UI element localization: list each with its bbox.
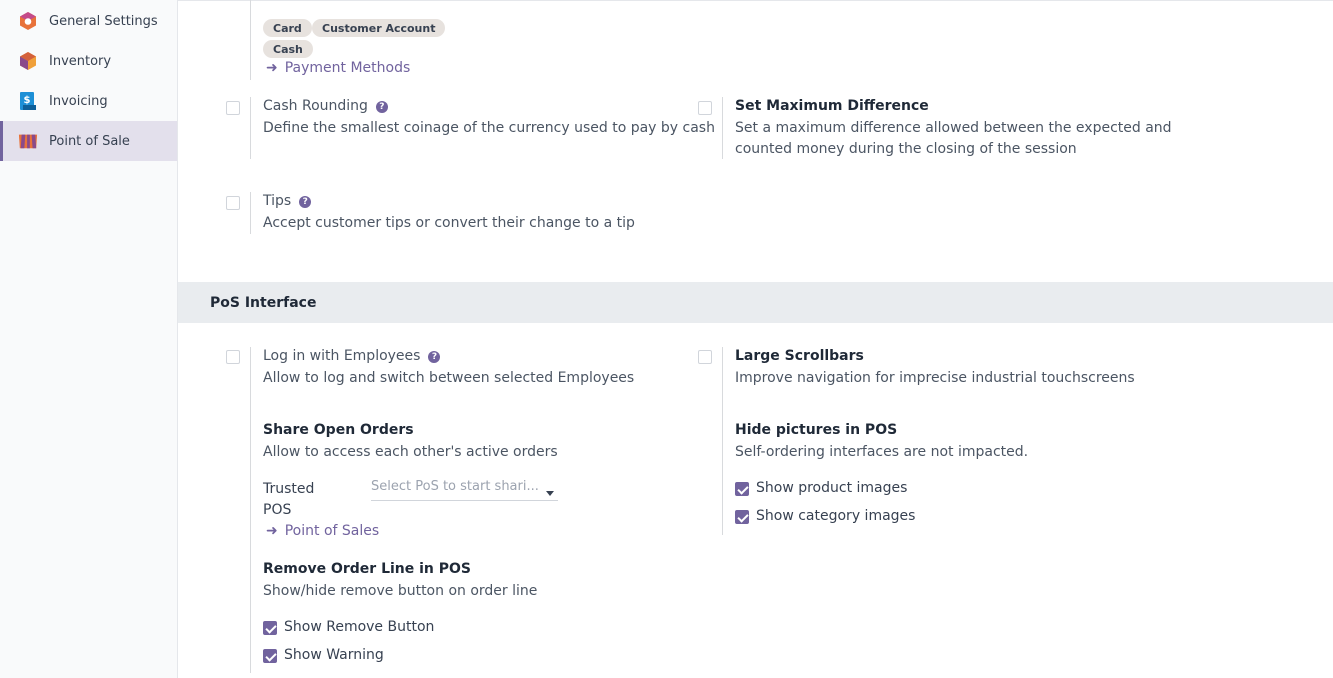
sidebar-item-inventory[interactable]: Inventory bbox=[0, 41, 177, 81]
setting-title: Log in with Employees bbox=[263, 348, 421, 364]
cash-rounding-checkbox[interactable] bbox=[226, 101, 240, 115]
hide-pictures-title: Hide pictures in POS bbox=[735, 422, 898, 438]
sidebar-item-label: Point of Sale bbox=[49, 133, 130, 149]
setting-title: Tips bbox=[263, 193, 292, 209]
sidebar-item-general-settings[interactable]: General Settings bbox=[0, 1, 177, 41]
help-icon[interactable]: ? bbox=[375, 101, 388, 113]
divider bbox=[250, 97, 251, 159]
help-icon[interactable]: ? bbox=[428, 351, 441, 363]
chevron-down-icon[interactable] bbox=[546, 491, 554, 496]
cash-rounding-desc: Define the smallest coinage of the curre… bbox=[263, 120, 715, 136]
remove-line-title: Remove Order Line in POS bbox=[263, 561, 472, 577]
remove-line-desc: Show/hide remove button on order line bbox=[263, 583, 538, 599]
scrollbars-checkbox[interactable] bbox=[698, 350, 712, 364]
employees-title: Log in with Employees? bbox=[263, 348, 441, 364]
divider bbox=[250, 347, 251, 673]
settings-main: Card Customer Account Cash ➜ Payment Met… bbox=[178, 0, 1333, 678]
link-label: Point of Sales bbox=[284, 523, 380, 539]
inventory-icon bbox=[18, 51, 38, 71]
tips-desc: Accept customer tips or convert their ch… bbox=[263, 215, 635, 231]
payment-tag-card[interactable]: Card bbox=[263, 19, 312, 37]
tips-title: Tips? bbox=[263, 193, 312, 209]
divider bbox=[722, 422, 723, 535]
divider bbox=[250, 0, 251, 80]
sidebar-item-label: Invoicing bbox=[49, 93, 108, 109]
arrow-right-icon: ➜ bbox=[266, 60, 278, 76]
employees-checkbox[interactable] bbox=[226, 350, 240, 364]
show-category-images-checkbox[interactable] bbox=[735, 510, 749, 524]
share-orders-desc: Allow to access each other's active orde… bbox=[263, 444, 558, 460]
hide-pictures-desc: Self-ordering interfaces are not impacte… bbox=[735, 444, 1029, 460]
sidebar-item-label: Inventory bbox=[49, 53, 112, 69]
show-warning-label[interactable]: Show Warning bbox=[284, 647, 384, 663]
point-of-sale-icon bbox=[18, 131, 38, 151]
sidebar-item-invoicing[interactable]: $ Invoicing bbox=[0, 81, 177, 121]
max-difference-checkbox[interactable] bbox=[698, 101, 712, 115]
show-category-images-label[interactable]: Show category images bbox=[756, 508, 915, 524]
settings-sidebar: General Settings Inventory $ Invoicing P… bbox=[0, 0, 178, 678]
max-difference-desc-line2: counted money during the closing of the … bbox=[735, 141, 1077, 157]
section-title: PoS Interface bbox=[210, 294, 317, 311]
scrollbars-desc: Improve navigation for imprecise industr… bbox=[735, 370, 1135, 386]
divider bbox=[250, 192, 251, 234]
trusted-pos-label-line1: Trusted bbox=[263, 481, 315, 497]
svg-text:$: $ bbox=[24, 95, 31, 106]
setting-title: Cash Rounding bbox=[263, 98, 368, 114]
select-placeholder: Select PoS to start shari... bbox=[371, 479, 539, 494]
divider bbox=[178, 0, 1333, 1]
show-remove-button-checkbox[interactable] bbox=[263, 621, 277, 635]
arrow-right-icon: ➜ bbox=[266, 523, 278, 539]
show-warning-checkbox[interactable] bbox=[263, 649, 277, 663]
link-label: Payment Methods bbox=[284, 60, 411, 76]
show-product-images-checkbox[interactable] bbox=[735, 482, 749, 496]
employees-desc: Allow to log and switch between selected… bbox=[263, 370, 635, 386]
scrollbars-title: Large Scrollbars bbox=[735, 348, 864, 364]
payment-methods-link[interactable]: ➜ Payment Methods bbox=[266, 60, 410, 76]
show-product-images-label[interactable]: Show product images bbox=[756, 480, 907, 496]
max-difference-title: Set Maximum Difference bbox=[735, 98, 929, 114]
section-header-pos-interface: PoS Interface bbox=[178, 282, 1333, 323]
trusted-pos-label-line2: POS bbox=[263, 502, 292, 518]
tips-checkbox[interactable] bbox=[226, 196, 240, 210]
cash-rounding-title: Cash Rounding? bbox=[263, 98, 388, 114]
invoicing-icon: $ bbox=[18, 91, 38, 111]
help-icon[interactable]: ? bbox=[299, 196, 312, 208]
divider bbox=[722, 97, 723, 159]
payment-tag-customer-account[interactable]: Customer Account bbox=[312, 19, 446, 37]
general-settings-icon bbox=[18, 11, 38, 31]
point-of-sales-link[interactable]: ➜ Point of Sales bbox=[266, 523, 379, 539]
sidebar-item-point-of-sale[interactable]: Point of Sale bbox=[0, 121, 177, 161]
max-difference-desc-line1: Set a maximum difference allowed between… bbox=[735, 120, 1172, 136]
sidebar-item-label: General Settings bbox=[49, 13, 158, 29]
payment-tag-cash[interactable]: Cash bbox=[263, 40, 313, 58]
trusted-pos-select[interactable]: Select PoS to start shari... bbox=[371, 479, 558, 501]
share-orders-title: Share Open Orders bbox=[263, 422, 414, 438]
show-remove-button-label[interactable]: Show Remove Button bbox=[284, 619, 434, 635]
